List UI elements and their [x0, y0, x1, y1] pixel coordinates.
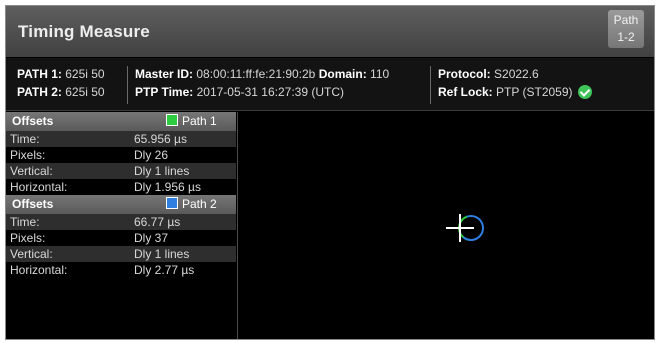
path2-label: PATH 2: — [17, 85, 62, 99]
offset-row: Pixels: Dly 37 — [6, 230, 236, 246]
offset-label: Time: — [10, 132, 40, 146]
offset-label: Horizontal: — [10, 180, 68, 194]
offset-label: Vertical: — [10, 247, 53, 261]
offset-row: Horizontal: Dly 2.77 µs — [6, 262, 236, 278]
offset-row: Vertical: Dly 1 lines — [6, 163, 236, 179]
protocol-label: Protocol: — [438, 67, 491, 81]
title-bar: Timing Measure Path 1-2 — [6, 6, 654, 57]
ref-lock-value: PTP (ST2059) — [496, 85, 573, 99]
offset-label: Time: — [10, 215, 40, 229]
path1-format: 625i 50 — [65, 67, 105, 81]
ptp-info: Master ID: 08:00:11:ff:fe:21:90:2b Domai… — [135, 65, 389, 101]
domain-value: 110 — [370, 67, 390, 81]
path-select-button[interactable]: Path 1-2 — [608, 10, 644, 48]
path-formats: PATH 1: 625i 50 PATH 2: 625i 50 — [17, 65, 105, 101]
offset-label: Pixels: — [10, 231, 46, 245]
master-id-label: Master ID: — [135, 67, 194, 81]
path-legend-label: Path 2 — [182, 197, 217, 211]
ptp-time-value: 2017-05-31 16:27:39 (UTC) — [196, 85, 345, 99]
offsets-panel: Offsets Path 1 Time: 65.956 µs Pixels: Dly 26… — [6, 112, 236, 339]
protocol-info: Protocol: S2022.6 Ref Lock: PTP (ST2059) — [438, 65, 592, 101]
offset-label: Vertical: — [10, 164, 53, 178]
path-button-line1: Path — [613, 13, 639, 27]
offset-value: Dly 26 — [134, 148, 169, 162]
path-legend: Path 1 — [166, 112, 217, 131]
ref-lock-ok-icon — [577, 85, 592, 99]
offset-value: 65.956 µs — [134, 132, 187, 146]
path2-format: 625i 50 — [65, 85, 105, 99]
offset-row: Time: 66.77 µs — [6, 214, 236, 230]
path-button-line2: 1-2 — [617, 30, 635, 44]
offset-row: Vertical: Dly 1 lines — [6, 246, 236, 262]
path-legend: Path 2 — [166, 195, 217, 214]
status-info-bar: PATH 1: 625i 50 PATH 2: 625i 50 Master I… — [6, 58, 654, 111]
offsets-header-label: Offsets — [12, 114, 54, 128]
path-color-swatch — [166, 114, 178, 126]
offset-value: Dly 2.77 µs — [134, 263, 195, 277]
offset-row: Time: 65.956 µs — [6, 131, 236, 147]
offset-value: Dly 1 lines — [134, 164, 190, 178]
offset-row: Pixels: Dly 26 — [6, 147, 236, 163]
path1-label: PATH 1: — [17, 67, 62, 81]
path-color-swatch — [166, 197, 178, 209]
master-id-value: 08:00:11:ff:fe:21:90:2b — [196, 67, 316, 81]
offsets-header: Offsets Path 1 — [6, 112, 236, 131]
ref-lock-label: Ref Lock: — [438, 85, 493, 99]
offset-label: Pixels: — [10, 148, 46, 162]
offset-value: 66.77 µs — [134, 215, 181, 229]
info-divider — [127, 66, 128, 104]
timing-measure-window: Timing Measure Path 1-2 PATH 1: 625i 50 … — [5, 5, 655, 340]
domain-label: Domain: — [318, 67, 367, 81]
page-title: Timing Measure — [18, 22, 150, 41]
offset-value: Dly 1.956 µs — [134, 180, 201, 194]
protocol-value: S2022.6 — [494, 67, 539, 81]
info-divider — [430, 66, 431, 104]
offset-label: Horizontal: — [10, 263, 68, 277]
offsets-header: Offsets Path 2 — [6, 195, 236, 214]
offset-row: Horizontal: Dly 1.956 µs — [6, 179, 236, 195]
offset-value: Dly 1 lines — [134, 247, 190, 261]
path-legend-label: Path 1 — [182, 114, 217, 128]
timing-plot — [446, 214, 484, 242]
offsets-header-label: Offsets — [12, 197, 54, 211]
offset-value: Dly 37 — [134, 231, 169, 245]
ptp-time-label: PTP Time: — [135, 85, 194, 99]
